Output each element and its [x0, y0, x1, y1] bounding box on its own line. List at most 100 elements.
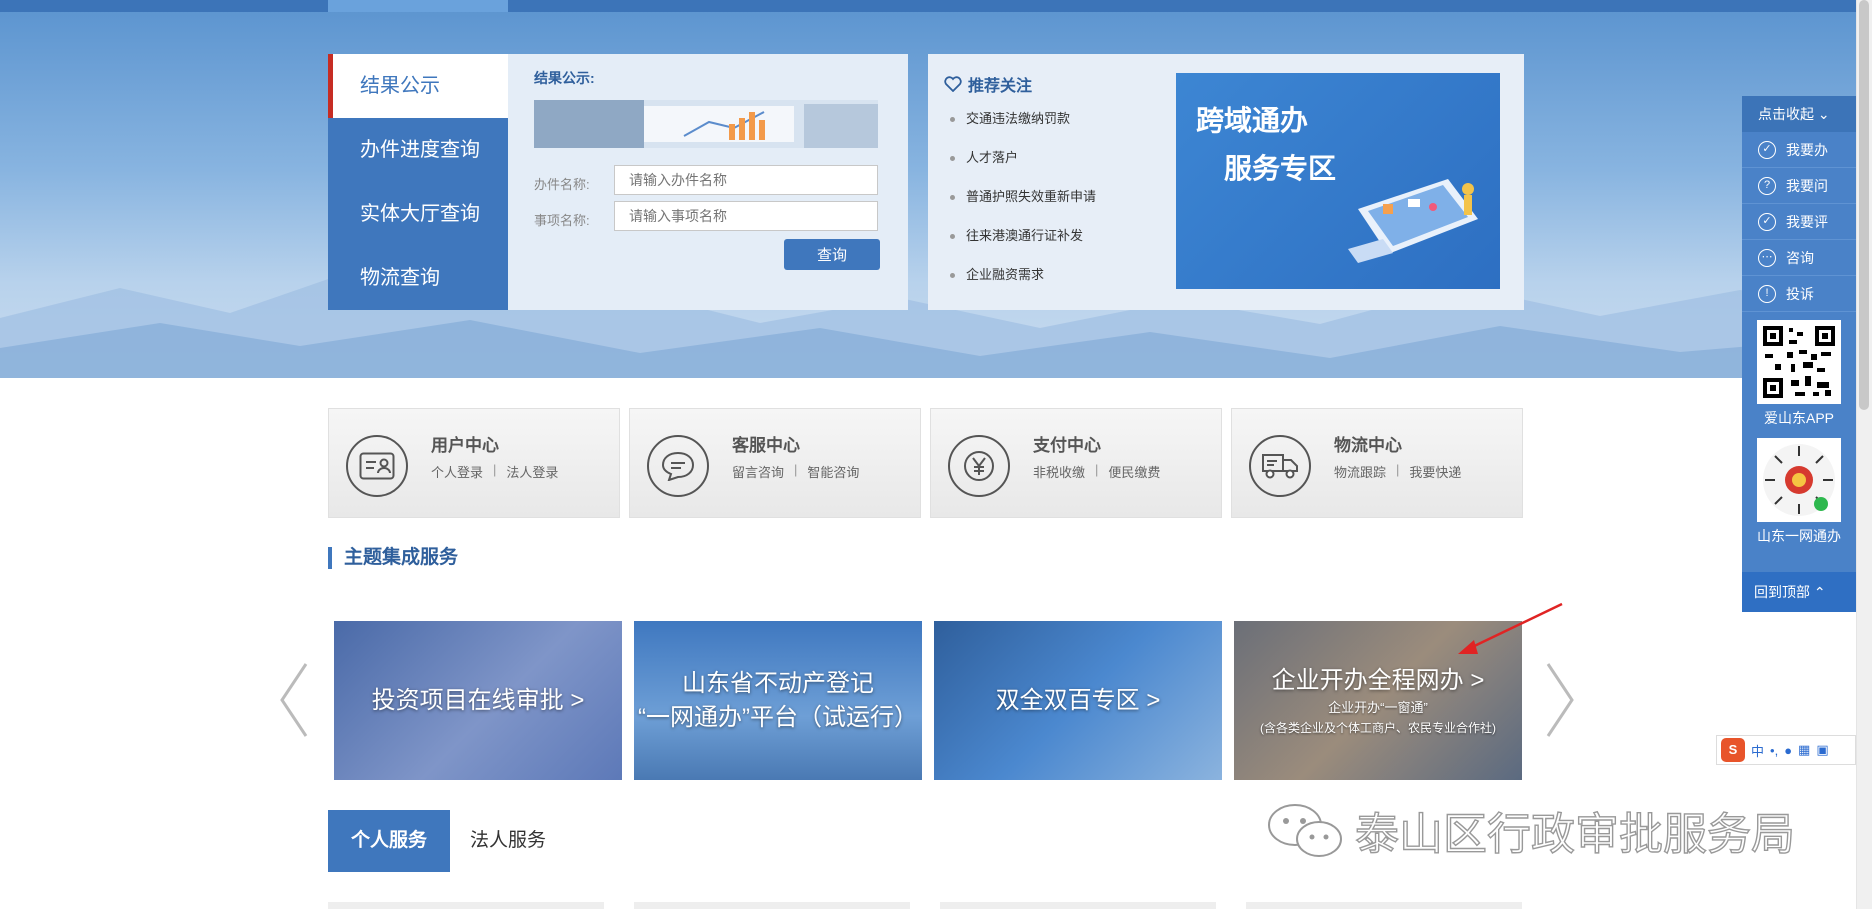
chevron-up-icon: ⌃ [1813, 584, 1826, 600]
id-card-icon [346, 435, 408, 497]
truck-icon [1249, 435, 1311, 497]
punctuation-icon[interactable]: •, [1770, 743, 1778, 758]
recommend-item[interactable]: 交通违法缴纳罚款 [950, 108, 1070, 127]
tile-subtitle: 企业开办“一窗通” [1328, 699, 1428, 715]
card-edge [328, 902, 604, 909]
heart-icon [944, 76, 962, 92]
check-circle-icon: ✓ [1758, 212, 1776, 231]
tile-subtitle-note: (含各类企业及个体工商户、农民专业合作社) [1260, 720, 1496, 735]
ime-mode[interactable]: 中 [1751, 741, 1764, 760]
case-name-label: 办件名称: [534, 177, 590, 192]
question-icon: ? [1758, 176, 1776, 195]
recommend-title: 推荐关注 [944, 72, 1032, 96]
side-item-label: 我要评 [1786, 213, 1828, 230]
red-arrow-annotation [1458, 602, 1563, 654]
card-edge [940, 902, 1216, 909]
service-card-payment[interactable]: 支付中心 非税收缴 | 便民缴费 [930, 408, 1222, 518]
banner-line2: 服务专区 [1224, 153, 1337, 184]
link-express[interactable]: 我要快递 [1409, 462, 1461, 481]
item-name-input[interactable] [614, 201, 878, 231]
link-separator: | [1396, 462, 1400, 477]
tile-title: 企业开办全程网办 > [1271, 666, 1485, 694]
service-links: 留言咨询 | 智能咨询 [732, 462, 859, 481]
alert-icon: ! [1758, 284, 1776, 303]
link-message-consult[interactable]: 留言咨询 [732, 462, 784, 481]
side-item-label: 投诉 [1786, 285, 1814, 302]
qr-code-app [1757, 320, 1841, 404]
cross-region-banner[interactable]: 跨域通办 服务专区 [1176, 73, 1500, 289]
side-float-panel: 点击收起 ⌄ ✓ 我要办 ? 我要问 ✓ 我要评 ⋯ 咨询 ! 投诉 爱山东APP [1742, 96, 1856, 612]
side-item-label: 咨询 [1786, 249, 1814, 266]
link-logistics-track[interactable]: 物流跟踪 [1334, 462, 1386, 481]
side-item-label: 我要办 [1786, 141, 1828, 158]
wechat-icon [1268, 804, 1342, 857]
link-smart-consult[interactable]: 智能咨询 [807, 462, 859, 481]
side-item-consult[interactable]: ⋯ 咨询 [1742, 240, 1856, 276]
tile-title: 投资项目在线审批 > [371, 686, 585, 714]
service-card-logistics[interactable]: 物流中心 物流跟踪 | 我要快递 [1231, 408, 1523, 518]
side-item-label: 我要问 [1786, 177, 1828, 194]
microphone-icon[interactable]: ● [1784, 743, 1792, 758]
service-links: 非税收缴 | 便民缴费 [1033, 462, 1160, 481]
side-item-rate[interactable]: ✓ 我要评 [1742, 204, 1856, 240]
watermark-text: 泰山区行政审批服务局 [1354, 808, 1795, 860]
side-item-complain[interactable]: ! 投诉 [1742, 276, 1856, 312]
tab-logistics-query[interactable]: 物流查询 [328, 246, 508, 310]
chat-icon: ⋯ [1758, 248, 1776, 267]
chevron-down-icon: ⌄ [1817, 106, 1830, 122]
link-nontax-payment[interactable]: 非税收缴 [1033, 462, 1085, 481]
recommend-item[interactable]: 往来港澳通行证补发 [950, 225, 1083, 244]
link-personal-login[interactable]: 个人登录 [431, 462, 483, 481]
qr-code-miniprogram [1757, 438, 1841, 522]
link-utility-payment[interactable]: 便民缴费 [1108, 462, 1160, 481]
tab-legal-service[interactable]: 法人服务 [470, 810, 546, 872]
sogou-logo-icon: S [1721, 738, 1745, 762]
carousel-next-icon[interactable] [1542, 660, 1578, 740]
calendar-check-icon: ✓ [1758, 140, 1776, 159]
link-legal-login[interactable]: 法人登录 [506, 462, 558, 481]
tile-double-full[interactable]: 双全双百专区 > [934, 621, 1222, 780]
service-card-user[interactable]: 用户中心 个人登录 | 法人登录 [328, 408, 620, 518]
tab-hall-query[interactable]: 实体大厅查询 [328, 182, 508, 246]
theme-heading: 主题集成服务 [328, 547, 458, 569]
service-title: 客服中心 [732, 436, 800, 455]
top-nav-bar [0, 0, 1872, 12]
back-to-top-label: 回到顶部 [1754, 584, 1810, 600]
wechat-watermark: 泰山区行政审批服务局 [1265, 798, 1796, 862]
side-item-do[interactable]: ✓ 我要办 [1742, 132, 1856, 168]
query-form: 结果公示: 办件名称: 事项名称: 查询 [508, 54, 908, 310]
carousel-prev-icon[interactable] [276, 660, 312, 740]
tab-result-publicity[interactable]: 结果公示 [328, 54, 508, 118]
recommend-item[interactable]: 普通护照失效重新申请 [950, 186, 1096, 205]
tab-personal-service[interactable]: 个人服务 [328, 810, 450, 872]
recommend-item[interactable]: 企业融资需求 [950, 264, 1044, 283]
tile-title-line1: 山东省不动产登记 [682, 669, 874, 697]
yen-icon [948, 435, 1010, 497]
query-panel: 结果公示 办件进度查询 实体大厅查询 物流查询 结果公示: 办件名称: 事项名称… [328, 54, 908, 310]
form-banner-image [534, 100, 878, 148]
top-nav-active-tab[interactable] [328, 0, 508, 12]
keyboard-icon[interactable]: ▦ [1798, 742, 1810, 758]
tab-progress-query[interactable]: 办件进度查询 [328, 118, 508, 182]
service-links: 物流跟踪 | 我要快递 [1334, 462, 1461, 481]
service-card-customer[interactable]: 客服中心 留言咨询 | 智能咨询 [629, 408, 921, 518]
tile-title: 双全双百专区 > [995, 686, 1161, 714]
ime-toolbar[interactable]: S 中 •, ● ▦ ▣ [1716, 735, 1856, 765]
service-links: 个人登录 | 法人登录 [431, 462, 558, 481]
chat-bubble-icon [647, 435, 709, 497]
collapse-toggle[interactable]: 点击收起 ⌄ [1742, 96, 1856, 132]
item-name-label: 事项名称: [534, 213, 590, 228]
query-button[interactable]: 查询 [784, 239, 880, 270]
back-to-top-button[interactable]: 回到顶部 ⌃ [1742, 572, 1856, 612]
tile-investment-approval[interactable]: 投资项目在线审批 > [334, 621, 622, 780]
tile-real-estate[interactable]: 山东省不动产登记 “一网通办”平台（试运行） [634, 621, 922, 780]
recommend-title-text: 推荐关注 [968, 78, 1033, 95]
page: 结果公示 办件进度查询 实体大厅查询 物流查询 结果公示: 办件名称: 事项名称… [0, 0, 1872, 909]
side-item-ask[interactable]: ? 我要问 [1742, 168, 1856, 204]
grid-icon[interactable]: ▣ [1816, 742, 1828, 758]
collapse-label: 点击收起 [1758, 106, 1814, 122]
case-name-input[interactable] [614, 165, 878, 195]
form-title: 结果公示: [534, 70, 595, 86]
recommend-item[interactable]: 人才落户 [950, 147, 1018, 166]
scrollbar-thumb[interactable] [1859, 0, 1869, 410]
